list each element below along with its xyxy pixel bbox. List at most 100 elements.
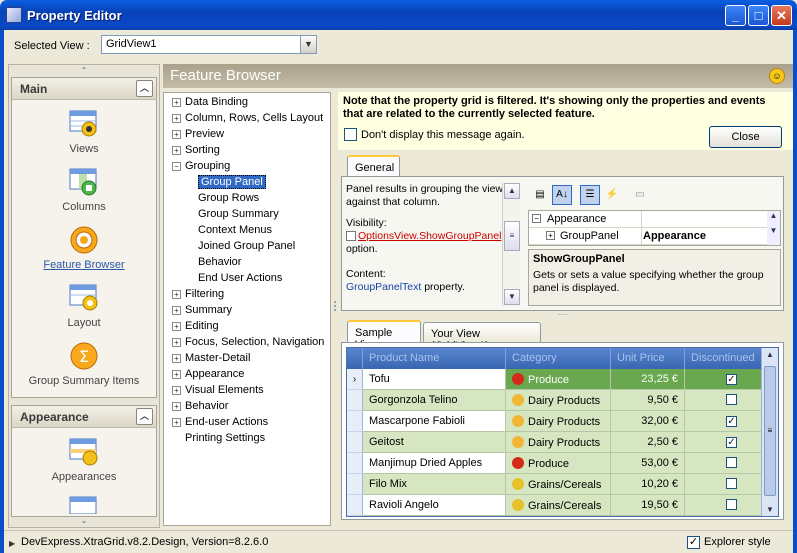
discontinued-checkbox[interactable] <box>726 478 737 489</box>
expand-icon[interactable]: + <box>172 289 181 299</box>
collapse-icon[interactable]: − <box>532 214 541 223</box>
product-name-cell[interactable]: Manjimup Dried Apples <box>363 453 506 474</box>
unit-price-cell[interactable]: 32,00 € <box>611 411 685 432</box>
tree-item[interactable]: End User Actions <box>198 272 282 284</box>
navbar-scroll-down[interactable]: ⌄ <box>9 516 159 526</box>
scroll-up-icon[interactable]: ▲ <box>504 183 520 199</box>
product-name-cell[interactable]: Geitost <box>363 432 506 453</box>
tree-item[interactable]: Joined Group Panel <box>198 240 295 252</box>
property-value[interactable]: Appearance <box>643 230 706 242</box>
unit-price-cell[interactable]: 9,50 € <box>611 390 685 411</box>
unit-price-cell[interactable]: 23,25 € <box>611 369 685 390</box>
nav-group-header-main[interactable]: Main ︿ <box>12 78 156 100</box>
table-row[interactable]: Filo Mix Grains/Cereals 10,20 € <box>347 474 778 495</box>
category-cell[interactable]: Dairy Products <box>506 432 611 453</box>
events-icon[interactable]: ⚡ <box>602 185 622 205</box>
expand-icon[interactable]: + <box>172 97 181 107</box>
group-panel-text-link[interactable]: GroupPanelText <box>346 281 421 293</box>
expand-icon[interactable]: + <box>546 231 555 240</box>
grid-scrollbar[interactable]: ▲ ≡ ▼ <box>761 348 778 516</box>
category-cell[interactable]: Dairy Products <box>506 390 611 411</box>
category-cell[interactable]: Produce <box>506 369 611 390</box>
property-row[interactable]: + GroupPanel Appearance <box>529 228 769 245</box>
table-row[interactable]: › Tofu Produce 23,25 € ✓ <box>347 369 778 390</box>
tree-item[interactable]: + Master-Detail <box>172 352 250 364</box>
unit-price-cell[interactable]: 19,50 € <box>611 495 685 516</box>
expand-icon[interactable]: + <box>172 385 181 395</box>
scroll-down-icon[interactable]: ▼ <box>762 505 778 514</box>
nav-item-columns[interactable]: Columns <box>12 166 156 213</box>
tree-item[interactable]: − Grouping <box>172 160 230 172</box>
tree-item[interactable]: + Preview <box>172 128 224 140</box>
scroll-thumb[interactable]: ≡ <box>504 221 520 251</box>
table-row[interactable]: Mascarpone Fabioli Dairy Products 32,00 € ✓ <box>347 411 778 432</box>
tab-sample-view[interactable]: Sample View <box>347 320 421 351</box>
discontinued-checkbox[interactable] <box>726 499 737 510</box>
table-row[interactable]: Manjimup Dried Apples Produce 53,00 € <box>347 453 778 474</box>
tree-item[interactable]: + Column, Rows, Cells Layout <box>172 112 323 124</box>
tree-item[interactable]: Behavior <box>198 256 241 268</box>
scroll-up-icon[interactable]: ▲ <box>762 350 778 359</box>
selected-view-combo[interactable]: GridView1 ▼ <box>101 35 317 54</box>
tab-your-view[interactable]: Your View (GridView1) <box>423 322 541 352</box>
nav-item-group-summary-items[interactable]: Σ Group Summary Items <box>12 340 156 387</box>
expand-icon[interactable]: + <box>172 369 181 379</box>
grid-column-header[interactable]: Category <box>506 348 611 369</box>
vertical-splitter[interactable] <box>333 92 337 526</box>
category-cell[interactable]: Grains/Cereals <box>506 495 611 516</box>
close-hint-button[interactable]: Close <box>709 126 782 148</box>
nav-item-appearances[interactable]: Appearances <box>12 436 156 483</box>
categorized-icon[interactable]: ▤ <box>530 185 550 205</box>
tree-item[interactable]: Printing Settings <box>172 432 265 444</box>
nav-item-views[interactable]: Views <box>12 108 156 155</box>
expand-icon[interactable]: + <box>172 113 181 123</box>
product-name-cell[interactable]: Mascarpone Fabioli <box>363 411 506 432</box>
scroll-up-icon[interactable]: ▲ <box>767 211 780 220</box>
discontinued-checkbox[interactable] <box>726 394 737 405</box>
collapse-icon[interactable]: ︿ <box>136 408 153 425</box>
table-row[interactable]: Geitost Dairy Products 2,50 € ✓ <box>347 432 778 453</box>
product-name-cell[interactable]: Ravioli Angelo <box>363 495 506 516</box>
tree-item[interactable]: + Filtering <box>172 288 224 300</box>
expand-icon[interactable]: + <box>172 305 181 315</box>
smiley-icon[interactable]: ☺ <box>769 68 785 84</box>
unit-price-cell[interactable]: 10,20 € <box>611 474 685 495</box>
property-row[interactable]: − Appearance <box>529 211 769 228</box>
property-pages-icon[interactable]: ▭ <box>630 185 650 205</box>
tab-general[interactable]: General <box>347 155 400 177</box>
scroll-down-icon[interactable]: ▼ <box>767 226 780 235</box>
product-name-cell[interactable]: Tofu <box>363 369 506 390</box>
product-name-cell[interactable]: Filo Mix <box>363 474 506 495</box>
discontinued-checkbox[interactable]: ✓ <box>726 374 737 385</box>
discontinued-checkbox[interactable]: ✓ <box>726 437 737 448</box>
minimize-button[interactable]: _ <box>725 5 746 26</box>
nav-item-layout[interactable]: Layout <box>12 282 156 329</box>
grid-column-header[interactable]: Product Name <box>363 348 506 369</box>
expand-icon[interactable]: + <box>172 145 181 155</box>
unit-price-cell[interactable]: 53,00 € <box>611 453 685 474</box>
expand-icon[interactable]: + <box>172 337 181 347</box>
table-row[interactable]: Ravioli Angelo Grains/Cereals 19,50 € <box>347 495 778 516</box>
tree-item[interactable]: + Data Binding <box>172 96 248 108</box>
expand-icon[interactable]: + <box>172 321 181 331</box>
grid-column-header[interactable]: Unit Price <box>611 348 685 369</box>
category-cell[interactable]: Produce <box>506 453 611 474</box>
collapse-icon[interactable]: ︿ <box>136 80 153 97</box>
discontinued-checkbox[interactable] <box>726 457 737 468</box>
category-cell[interactable]: Grains/Cereals <box>506 474 611 495</box>
sort-alphabetical-icon[interactable]: A↓ <box>552 185 572 205</box>
tree-item[interactable]: + Behavior <box>172 400 228 412</box>
tree-item[interactable]: + Editing <box>172 320 219 332</box>
category-cell[interactable]: Dairy Products <box>506 411 611 432</box>
description-scrollbar[interactable]: ▲ ≡ ▼ <box>502 183 520 306</box>
maximize-button[interactable]: □ <box>748 5 769 26</box>
scroll-thumb[interactable]: ≡ <box>764 366 776 496</box>
explorer-style-checkbox[interactable]: ✓ <box>687 536 700 549</box>
navbar-scroll-up[interactable]: ⌃ <box>9 66 159 76</box>
tree-item[interactable]: Group Summary <box>198 208 279 220</box>
tree-item[interactable]: + Focus, Selection, Navigation <box>172 336 324 348</box>
tree-item[interactable]: + Visual Elements <box>172 384 264 396</box>
expand-icon[interactable]: + <box>172 353 181 363</box>
discontinued-checkbox[interactable]: ✓ <box>726 416 737 427</box>
expand-icon[interactable]: + <box>172 401 181 411</box>
